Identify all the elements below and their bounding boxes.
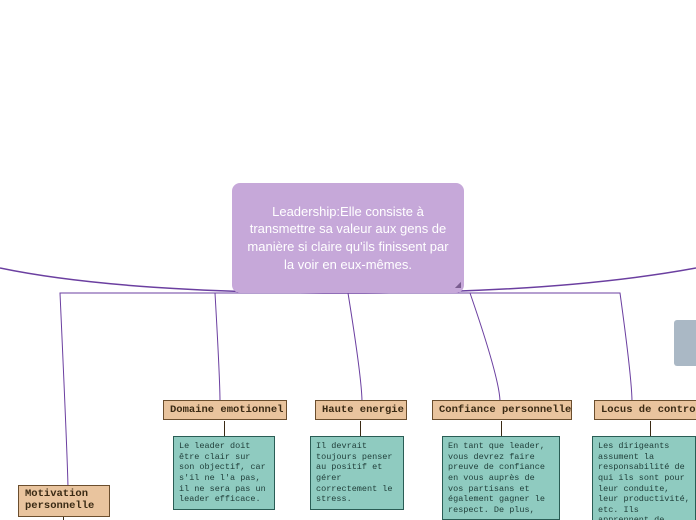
connector-stem [360,421,361,436]
topic-label: Haute energie [322,404,404,416]
note-text: En tant que leader, vous devrez faire pr… [448,441,545,515]
mindmap-canvas[interactable]: Leadership:Elle consiste à transmettre s… [0,0,696,520]
note-text: Le leader doit être clair sur son object… [179,441,266,504]
note-text: Il devrait toujours penser au positif et… [316,441,393,504]
note-text: Les dirigeants assument la responsabilit… [598,441,690,520]
topic-confiance-personnelle[interactable]: Confiance personnelle [432,400,572,420]
note-domaine[interactable]: Le leader doit être clair sur son object… [173,436,275,510]
central-node[interactable]: Leadership:Elle consiste à transmettre s… [232,183,464,293]
topic-label: Locus de controle [601,404,696,416]
connector-stem [501,421,502,436]
note-confiance[interactable]: En tant que leader, vous devrez faire pr… [442,436,560,520]
side-panel-toggle[interactable] [674,320,696,366]
connector-stem [650,421,651,436]
connector-stem [224,421,225,436]
topic-domaine-emotionnel[interactable]: Domaine emotionnel [163,400,287,420]
central-text: Leadership:Elle consiste à transmettre s… [242,203,454,273]
topic-label: Domaine emotionnel [170,404,283,416]
topic-motivation-personnelle[interactable]: Motivation personnelle [18,485,110,517]
note-locus[interactable]: Les dirigeants assument la responsabilit… [592,436,696,520]
topic-locus-controle[interactable]: Locus de controle [594,400,696,420]
topic-haute-energie[interactable]: Haute energie [315,400,407,420]
resize-handle-icon[interactable]: ◢ [455,280,461,291]
note-energie[interactable]: Il devrait toujours penser au positif et… [310,436,404,510]
topic-label: Confiance personnelle [439,404,571,416]
topic-label: Motivation personnelle [25,489,103,512]
